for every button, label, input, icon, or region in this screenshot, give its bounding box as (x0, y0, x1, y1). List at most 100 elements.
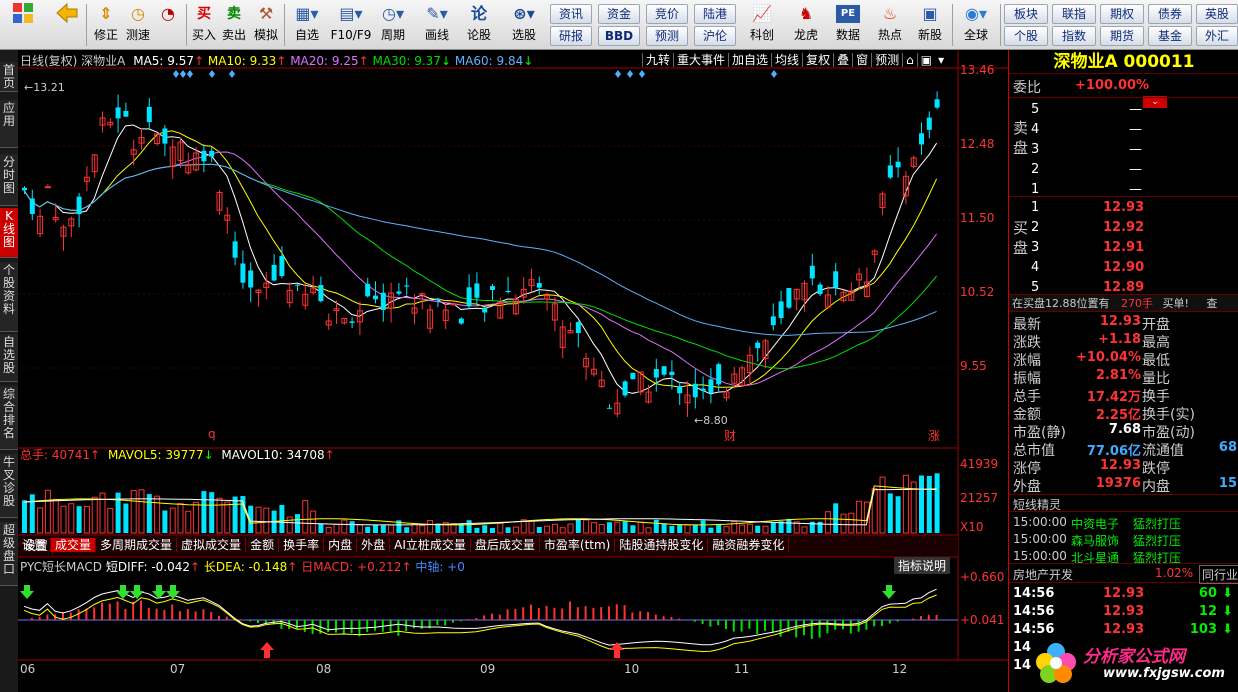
jingling-row[interactable]: 15:00:00 中资电子 猛烈打压 (1009, 514, 1238, 531)
tab-hk-holding[interactable]: 陆股通持股变化 (615, 538, 709, 552)
tab-multi-period-volume[interactable]: 多周期成交量 (96, 538, 178, 552)
notice-check-link[interactable]: 查 (1206, 297, 1217, 310)
tab-stock-profile[interactable]: 个 股 资 料 (0, 262, 18, 332)
buy-level-row[interactable]: 2 12.92 (1009, 218, 1238, 238)
news-button[interactable]: 资讯 (550, 4, 592, 24)
sell-level-row[interactable]: 4 — (1009, 120, 1238, 140)
stock-title: 深物业A 000011 (1009, 50, 1238, 74)
global-button[interactable]: ◉▾ 全球 (956, 2, 996, 48)
data-button[interactable]: PE 数据 (830, 2, 866, 48)
event-marker-limit-up[interactable]: 涨 (928, 427, 940, 444)
tab-settings-btn[interactable]: 设置 (18, 538, 52, 552)
adjust-button[interactable]: 复权 (802, 53, 834, 67)
mavol5-label: MAVOL5: 39777 (107, 448, 204, 462)
buy-button[interactable]: 买 买入 (190, 2, 218, 48)
forecast-button[interactable]: 预测 (646, 26, 688, 46)
f10-button[interactable]: ▤▾ F10/F9 (330, 2, 372, 48)
stock-pick-button[interactable]: ⊛▾ 选股 (504, 2, 544, 48)
tab-kline[interactable]: K 线 图 (0, 208, 18, 258)
fix-button[interactable]: ⇕ 修正 (90, 2, 122, 48)
watchlist-button[interactable]: ▦▾ 自选 (288, 2, 326, 48)
tab-timeshare[interactable]: 分 时 图 (0, 154, 18, 206)
candle-body (404, 285, 410, 287)
window-button[interactable]: 窗 (852, 53, 872, 67)
tab-watchlist[interactable]: 自 选 股 (0, 334, 18, 382)
buy-level-row[interactable]: 4 12.90 (1009, 258, 1238, 278)
stat-label: 外盘 (1013, 479, 1041, 495)
stocks-button[interactable]: 个股 (1004, 26, 1048, 46)
jingling-row[interactable]: 15:00:00 森马服饰 猛烈打压 (1009, 531, 1238, 548)
same-industry-button[interactable]: 同行业 (1199, 565, 1238, 584)
tab-inner[interactable]: 内盘 (324, 538, 358, 552)
tab-home[interactable]: 首 页 (0, 62, 18, 92)
bbd-button[interactable]: BBD (598, 26, 640, 46)
event-diamond-icon (180, 70, 186, 78)
f10-icon: ▤▾ (339, 4, 363, 23)
tab-pe-ttm[interactable]: 市盈率(ttm) (539, 538, 616, 552)
bonds-button[interactable]: 债券 (1148, 4, 1192, 24)
draw-line-button[interactable]: ✎▾ 画线 (418, 2, 456, 48)
sh-london-button[interactable]: 沪伦 (694, 26, 736, 46)
dropdown-icon[interactable]: ▾ (935, 53, 947, 67)
dragon-tiger-button[interactable]: ♞ 龙虎 (788, 2, 824, 48)
auction-button[interactable]: 竞价 (646, 4, 688, 24)
tab-ranking[interactable]: 综 合 排 名 (0, 386, 18, 450)
index-button[interactable]: 指数 (1052, 26, 1096, 46)
period-button[interactable]: ◷▾ 周期 (376, 2, 410, 48)
simulate-button[interactable]: ⚒ 模拟 (250, 2, 282, 48)
sell-level-row[interactable]: 1 — (1009, 180, 1238, 200)
tab-amount[interactable]: 金额 (246, 538, 280, 552)
forex-button[interactable]: 外汇 (1196, 26, 1238, 46)
lock-icon[interactable]: ⌂ (902, 53, 917, 67)
indicator-help-button[interactable]: 指标说明 (894, 557, 951, 574)
uk-stocks-button[interactable]: 英股 (1196, 4, 1238, 24)
tab-outer[interactable]: 外盘 (357, 538, 391, 552)
event-marker-financial[interactable]: 财 (724, 427, 736, 444)
ma-settings-button[interactable]: 均线 (771, 53, 803, 67)
stat-label-2: 市盈(动) (1142, 425, 1195, 441)
research-button[interactable]: 研报 (550, 26, 592, 46)
tab-super-order-book[interactable]: 超 级 盘 口 (0, 522, 18, 586)
tab-ai-volume[interactable]: AI立桩成交量 (390, 538, 471, 552)
candle-body (669, 371, 675, 376)
sell-level-row[interactable]: 2 — (1009, 160, 1238, 180)
candle-body (279, 255, 285, 277)
discuss-button[interactable]: 论 论股 (462, 2, 496, 48)
hot-button[interactable]: ♨ 热点 (872, 2, 908, 48)
hk-connect-button[interactable]: 陆港 (694, 4, 736, 24)
tab-virtual-volume[interactable]: 虚拟成交量 (177, 538, 247, 552)
tab-apps[interactable]: 应 用 (0, 100, 18, 148)
volume-bar (559, 527, 566, 534)
sell-button[interactable]: 卖 卖出 (220, 2, 248, 48)
tab-margin[interactable]: 融资融券变化 (708, 538, 790, 552)
sell-level-row[interactable]: 5 — (1009, 100, 1238, 120)
windows-button[interactable] (8, 2, 38, 48)
nine-turn-button[interactable]: 九转 (642, 53, 674, 67)
event-marker-q[interactable]: q (208, 427, 216, 441)
tab-volume[interactable]: 成交量 (51, 538, 97, 552)
joint-index-button[interactable]: 联指 (1052, 4, 1096, 24)
fund-button[interactable]: 基金 (1148, 26, 1192, 46)
buy-level-row[interactable]: 1 12.93 (1009, 198, 1238, 218)
predict-button[interactable]: 预测 (871, 53, 903, 67)
futures-button[interactable]: 期货 (1100, 26, 1144, 46)
funds-button[interactable]: 资金 (598, 4, 640, 24)
back-button[interactable] (52, 2, 82, 48)
tab-after-hours-volume[interactable]: 盘后成交量 (470, 538, 540, 552)
level-price: 12.90 (1103, 260, 1145, 275)
options-button[interactable]: 期权 (1100, 4, 1144, 24)
overlay-button[interactable]: 叠 (833, 53, 853, 67)
speed-test-button[interactable]: ◷ 测速 (122, 2, 154, 48)
tab-diagnosis[interactable]: 牛 叉 诊 股 (0, 454, 18, 518)
major-events-button[interactable]: 重大事件 (673, 53, 729, 67)
expand-icon[interactable]: ▣ (916, 53, 936, 67)
sector-name[interactable]: 房地产开发 (1013, 566, 1073, 583)
ipo-button[interactable]: ▣ 新股 (912, 2, 948, 48)
buy-level-row[interactable]: 3 12.91 (1009, 238, 1238, 258)
timer-button[interactable]: ◔ (152, 2, 184, 48)
kechuang-button[interactable]: 📈 科创 (744, 2, 780, 48)
sell-level-row[interactable]: 3 — (1009, 140, 1238, 160)
tab-turnover[interactable]: 换手率 (279, 538, 325, 552)
add-watchlist-button[interactable]: 加自选 (728, 53, 772, 67)
sector-button[interactable]: 板块 (1004, 4, 1048, 24)
